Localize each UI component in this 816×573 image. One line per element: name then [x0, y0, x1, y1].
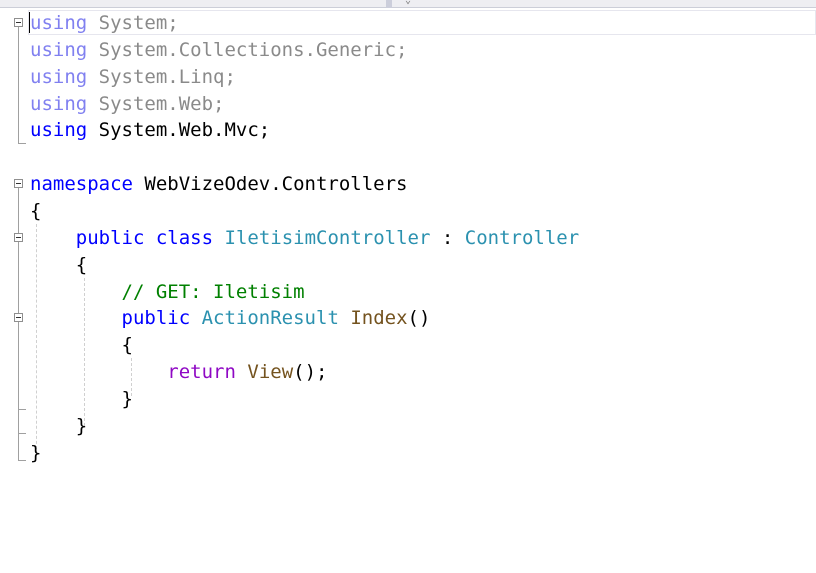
code-line[interactable]: {: [30, 198, 41, 224]
code-token: }: [30, 414, 88, 437]
code-token: :: [430, 226, 465, 249]
editor-tab-strip: ⌄: [0, 0, 816, 8]
code-line[interactable]: using System.Web;: [30, 91, 224, 117]
code-token: // GET: Iletisim: [121, 280, 305, 303]
code-token: {: [30, 253, 88, 276]
code-line[interactable]: }: [30, 413, 87, 439]
fold-line-end: [18, 143, 26, 144]
code-token: using: [30, 92, 88, 115]
code-token: Controller: [464, 226, 580, 249]
code-token: IletisimController: [224, 226, 431, 249]
code-token: public: [121, 307, 191, 330]
code-token: class: [155, 226, 214, 249]
code-line[interactable]: return View();: [30, 359, 327, 385]
type-navigation-dropdown[interactable]: [0, 0, 386, 8]
collapse-namespace-icon[interactable]: [14, 179, 23, 188]
code-token: {: [30, 334, 133, 357]
fold-line-end: [18, 460, 26, 461]
code-token: using: [30, 119, 88, 142]
code-token: System.Collections.Generic;: [87, 38, 408, 61]
code-token: System.Web.Mvc;: [87, 119, 271, 142]
outlining-margin: [0, 0, 30, 573]
code-token: System.Linq;: [87, 65, 236, 88]
code-line[interactable]: public class IletisimController : Contro…: [30, 225, 579, 251]
code-token: (): [407, 307, 431, 330]
text-cursor: [29, 12, 30, 33]
code-token: WebVizeOdev.Controllers: [132, 173, 408, 196]
code-line[interactable]: }: [30, 386, 133, 412]
code-token: public: [75, 226, 145, 249]
fold-line-end: [18, 409, 26, 410]
code-line[interactable]: {: [30, 332, 133, 358]
code-token: Index: [350, 307, 408, 330]
code-line[interactable]: public ActionResult Index(): [30, 305, 431, 331]
code-token: using: [30, 12, 88, 34]
code-token: namespace: [30, 173, 133, 196]
code-token: View: [247, 361, 294, 384]
code-token: }: [30, 387, 133, 410]
code-token: ();: [293, 361, 328, 384]
code-token: return: [167, 361, 236, 384]
code-token: System;: [87, 12, 179, 34]
code-token: ActionResult: [201, 307, 339, 330]
fold-line: [18, 410, 19, 434]
code-line[interactable]: using System.Web.Mvc;: [30, 117, 270, 143]
code-line[interactable]: using System;: [30, 10, 179, 36]
collapse-method-icon[interactable]: [14, 313, 23, 322]
member-navigation-dropdown[interactable]: [392, 0, 816, 8]
code-line[interactable]: }: [30, 440, 41, 466]
code-token: System.Web;: [87, 92, 225, 115]
dropdown-chevron-icon[interactable]: ⌄: [405, 0, 411, 6]
code-line[interactable]: {: [30, 252, 87, 278]
fold-line: [18, 27, 19, 144]
code-line[interactable]: namespace WebVizeOdev.Controllers: [30, 171, 408, 197]
collapse-using-block-icon[interactable]: [14, 18, 23, 27]
code-token: {: [30, 199, 42, 222]
code-token: using: [30, 38, 88, 61]
code-token: using: [30, 65, 88, 88]
code-line[interactable]: using System.Linq;: [30, 64, 236, 90]
code-line[interactable]: // GET: Iletisim: [30, 279, 305, 305]
fold-line-end: [18, 433, 26, 434]
code-line[interactable]: using System.Collections.Generic;: [30, 37, 408, 63]
code-token: }: [30, 441, 42, 464]
collapse-class-icon[interactable]: [14, 233, 23, 242]
